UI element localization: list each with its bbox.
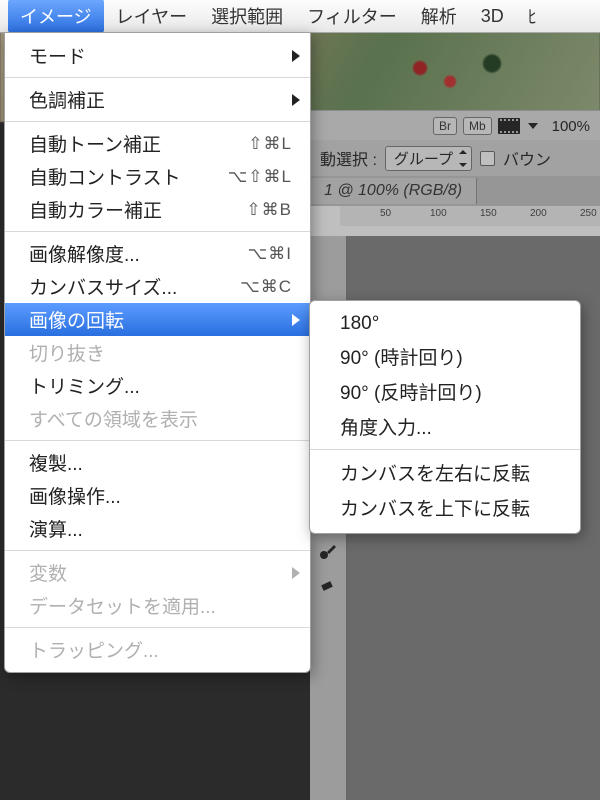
menu-separator [5, 231, 310, 232]
app-info-bar: Br Mb 100% [310, 110, 600, 142]
menu-image-rotation[interactable]: 画像の回転 [5, 303, 310, 336]
menu-analysis[interactable]: 解析 [409, 0, 469, 33]
menu-auto-color[interactable]: 自動カラー補正 ⇧⌘B [5, 193, 310, 226]
menu-separator [5, 627, 310, 628]
menu-item-label: 画像操作... [29, 482, 121, 509]
auto-select-dropdown[interactable]: グループ [385, 146, 472, 171]
bridge-badge[interactable]: Br [433, 117, 457, 135]
horizontal-ruler: 50 100 150 200 250 300 [340, 206, 600, 226]
mb-badge[interactable]: Mb [463, 117, 492, 135]
menu-adjustments[interactable]: 色調補正 [5, 83, 310, 116]
menu-apply-dataset: データセットを適用... [5, 589, 310, 622]
menu-auto-tone[interactable]: 自動トーン補正 ⇧⌘L [5, 127, 310, 160]
menu-item-label: 自動トーン補正 [29, 130, 161, 157]
menu-mode[interactable]: モード [5, 39, 310, 72]
menu-shortcut: ⇧⌘L [248, 134, 292, 154]
filmstrip-icon[interactable] [498, 118, 520, 134]
bounding-box-checkbox[interactable] [480, 151, 495, 166]
auto-select-label: 動選択 : [320, 146, 377, 170]
zoom-readout: 100% [552, 118, 590, 135]
menu-shortcut: ⌥⌘C [240, 277, 292, 297]
menu-item-label: 画像解像度... [29, 240, 140, 267]
menu-separator [5, 121, 310, 122]
document-tab-bar: 1 @ 100% (RGB/8) [310, 176, 600, 207]
menu-calculations[interactable]: 演算... [5, 512, 310, 545]
menu-canvas-size[interactable]: カンバスサイズ... ⌥⌘C [5, 270, 310, 303]
menu-item-label: データセットを適用... [29, 592, 216, 619]
menu-separator [5, 77, 310, 78]
menu-shortcut: ⌥⇧⌘L [228, 167, 292, 187]
menu-3d[interactable]: 3D [469, 2, 516, 31]
menu-item-label: 変数 [29, 559, 67, 586]
menu-trap: トラッピング... [5, 633, 310, 666]
menu-item-label: 演算... [29, 515, 83, 542]
ruler-mark: 150 [480, 208, 497, 219]
ruler-mark: 250 [580, 208, 597, 219]
menu-item-label: 色調補正 [29, 86, 105, 113]
flip-vertical[interactable]: カンバスを上下に反転 [310, 490, 580, 525]
menu-item-label: トラッピング... [29, 636, 159, 663]
rotate-90-cw[interactable]: 90° (時計回り) [310, 339, 580, 374]
menu-item-label: 画像の回転 [29, 306, 124, 333]
menu-reveal-all: すべての領域を表示 [5, 402, 310, 435]
menu-auto-contrast[interactable]: 自動コントラスト ⌥⇧⌘L [5, 160, 310, 193]
menu-item-label: 自動コントラスト [29, 163, 181, 190]
rotate-180[interactable]: 180° [310, 309, 580, 339]
rotate-arbitrary[interactable]: 角度入力... [310, 409, 580, 444]
menu-filter[interactable]: フィルター [295, 0, 409, 33]
image-menu-dropdown: モード 色調補正 自動トーン補正 ⇧⌘L 自動コントラスト ⌥⇧⌘L 自動カラー補正… [4, 32, 311, 673]
menu-item-label: 複製... [29, 449, 83, 476]
ruler-area: 50 100 150 200 250 300 [310, 206, 600, 237]
eraser-icon[interactable] [315, 572, 341, 594]
flip-horizontal[interactable]: カンバスを左右に反転 [310, 455, 580, 490]
mixer-brush-icon[interactable] [315, 540, 341, 562]
ruler-mark: 50 [380, 208, 391, 219]
ruler-mark: 100 [430, 208, 447, 219]
menu-shortcut: ⇧⌘B [246, 200, 292, 220]
menu-crop: 切り抜き [5, 336, 310, 369]
menu-layer[interactable]: レイヤー [104, 0, 199, 33]
options-bar: 動選択 : グループ バウン [310, 140, 600, 177]
menu-variables: 変数 [5, 556, 310, 589]
menu-item-label: すべての領域を表示 [29, 405, 198, 432]
menu-duplicate[interactable]: 複製... [5, 446, 310, 479]
rotate-90-ccw[interactable]: 90° (反時計回り) [310, 374, 580, 409]
menu-item-label: トリミング... [29, 372, 140, 399]
menu-cut[interactable]: ﾋ [516, 0, 549, 33]
menu-image[interactable]: イメージ [8, 0, 104, 33]
menu-item-label: 自動カラー補正 [29, 196, 162, 223]
menu-bar: イメージ レイヤー 選択範囲 フィルター 解析 3D ﾋ [0, 0, 600, 33]
document-tab[interactable]: 1 @ 100% (RGB/8) [310, 178, 477, 204]
ruler-mark: 200 [530, 208, 547, 219]
menu-shortcut: ⌥⌘I [248, 244, 292, 264]
menu-trim[interactable]: トリミング... [5, 369, 310, 402]
menu-separator [5, 550, 310, 551]
chevron-down-icon [528, 123, 538, 129]
menu-item-label: カンバスサイズ... [29, 273, 177, 300]
menu-separator [5, 440, 310, 441]
menu-select[interactable]: 選択範囲 [199, 0, 295, 33]
menu-apply-image[interactable]: 画像操作... [5, 479, 310, 512]
image-rotation-submenu: 180° 90° (時計回り) 90° (反時計回り) 角度入力... カンバス… [309, 300, 581, 534]
menu-item-label: 切り抜き [29, 339, 105, 366]
menu-item-label: モード [29, 42, 86, 69]
bounding-box-label: バウン [503, 146, 551, 170]
menu-separator [310, 449, 580, 450]
menu-image-size[interactable]: 画像解像度... ⌥⌘I [5, 237, 310, 270]
